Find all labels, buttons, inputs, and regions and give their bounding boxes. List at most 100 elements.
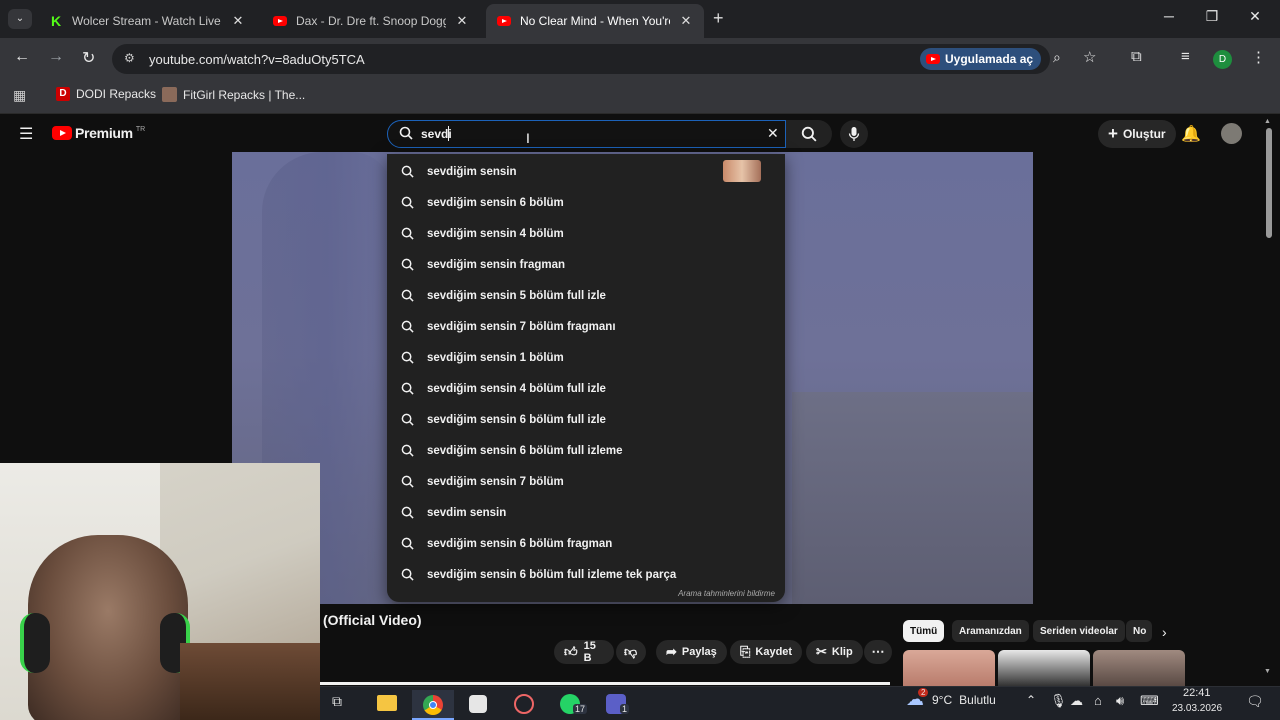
hamburger-menu-icon[interactable]: ☰ — [19, 124, 33, 144]
recommended-thumbnail[interactable] — [1093, 650, 1185, 686]
bookmark-star-icon[interactable]: ☆ — [1083, 48, 1096, 66]
weather-widget[interactable]: ☁ 2 9°C Bulutlu — [906, 688, 996, 710]
suggestion-thumbnail[interactable] — [723, 160, 761, 182]
back-arrow-icon[interactable]: ← — [14, 48, 30, 66]
suggestion-text: sevdiğim sensin 6 bölüm fragman — [427, 537, 613, 550]
notifications-center-icon[interactable]: 🗨︎ — [1246, 693, 1264, 710]
scrollbar-thumb[interactable] — [1266, 128, 1272, 238]
search-icon — [387, 165, 427, 178]
open-in-app-button[interactable]: Uygulamada aç — [920, 48, 1042, 70]
clear-search-icon[interactable]: ✕ — [767, 125, 779, 142]
search-suggestion-item[interactable]: sevdiğim sensin 7 bölüm fragmanı — [387, 311, 785, 342]
address-bar[interactable]: ⚙ youtube.com/watch?v=8aduOty5TCA Uygula… — [112, 44, 1050, 74]
chrome-menu-icon[interactable]: ⋮ — [1251, 48, 1266, 66]
search-suggestion-item[interactable]: sevdiğim sensin 6 bölüm full izleme tek … — [387, 559, 785, 590]
close-tab-icon[interactable]: ✕ — [230, 13, 246, 29]
extensions-icon[interactable]: ⧉ — [1131, 48, 1142, 65]
search-suggestion-item[interactable]: sevdiğim sensin 4 bölüm full izle — [387, 373, 785, 404]
bookmark-dodi-repacks[interactable]: D DODI Repacks — [56, 87, 156, 101]
tab-wolcer-stream[interactable]: K Wolcer Stream - Watch Live on ✕ — [38, 4, 256, 38]
close-tab-icon[interactable]: ✕ — [454, 13, 470, 29]
network-icon[interactable]: ⌂ — [1094, 693, 1102, 708]
thumbs-up-icon: 👍︎ — [564, 644, 578, 659]
chip-truncated[interactable]: No — [1126, 620, 1152, 642]
search-button[interactable] — [786, 120, 832, 148]
browser-tab-strip: ⌄ K Wolcer Stream - Watch Live on ✕ Dax … — [0, 0, 1280, 38]
search-suggestion-item[interactable]: sevdiğim sensin 6 bölüm full izleme — [387, 435, 785, 466]
forward-arrow-icon[interactable]: → — [48, 48, 64, 66]
minimize-icon[interactable]: ─ — [1158, 8, 1180, 24]
youtube-header: ☰ Premium TR sevdi ✕ I + Oluştur 🔔 — [0, 114, 1280, 154]
voice-search-button[interactable] — [840, 120, 868, 148]
youtube-icon — [496, 13, 512, 29]
search-input[interactable]: sevdi ✕ — [387, 120, 786, 148]
bookmark-fitgirl-repacks[interactable]: FitGirl Repacks | The... — [162, 87, 305, 102]
profile-avatar[interactable]: D — [1213, 50, 1232, 69]
microphone-tray-icon[interactable]: 🎙︎ — [1050, 693, 1067, 709]
youtube-premium-logo[interactable]: Premium TR — [52, 125, 145, 141]
like-button[interactable]: 👍︎ 15 B — [554, 640, 614, 664]
suggestion-text: sevdiğim sensin 4 bölüm full izle — [427, 382, 606, 395]
search-suggestion-item[interactable]: sevdiğim sensin 6 bölüm full izle — [387, 404, 785, 435]
clip-button[interactable]: ✂ Klip — [806, 640, 863, 664]
search-suggestion-item[interactable]: sevdiğim sensin 4 bölüm — [387, 218, 785, 249]
search-suggestion-item[interactable]: sevdiğim sensin fragman — [387, 249, 785, 280]
account-avatar[interactable] — [1221, 123, 1242, 144]
dislike-button[interactable]: 👎︎ — [616, 640, 646, 664]
tab-search-button[interactable]: ⌄ — [8, 9, 32, 29]
scroll-down-arrow-icon[interactable]: ▼ — [1264, 668, 1271, 675]
chips-next-arrow-icon[interactable]: › — [1162, 624, 1167, 640]
youtube-icon — [272, 13, 288, 29]
recommended-thumbnail[interactable] — [998, 650, 1090, 686]
more-actions-button[interactable]: ⋯ — [864, 640, 892, 664]
text-caret — [448, 126, 449, 141]
chip-all[interactable]: Tümü — [903, 620, 945, 642]
apps-grid-icon[interactable]: ▦ — [13, 87, 26, 104]
search-suggestion-item[interactable]: sevdim sensin — [387, 497, 785, 528]
search-suggestion-item[interactable]: sevdiğim sensin 7 bölüm — [387, 466, 785, 497]
file-explorer-icon[interactable] — [377, 695, 397, 711]
page-progress-bar — [320, 682, 890, 685]
task-view-icon[interactable]: ⧉ — [332, 693, 342, 710]
new-tab-button[interactable]: + — [713, 8, 724, 29]
chrome-taskbar-button[interactable] — [412, 690, 454, 720]
site-info-icon[interactable]: ⚙ — [124, 51, 135, 65]
kick-icon: K — [50, 13, 62, 29]
search-icon — [387, 320, 427, 333]
search-suggestion-item[interactable]: sevdiğim sensin 6 bölüm fragman — [387, 528, 785, 559]
save-button[interactable]: ⎘ Kaydet — [730, 640, 803, 664]
search-suggestion-item[interactable]: sevdiğim sensin 1 bölüm — [387, 342, 785, 373]
clock-time[interactable]: 22:41 — [1183, 687, 1211, 699]
onedrive-icon[interactable]: ☁ — [1070, 693, 1083, 709]
tab-dax-dr-dre[interactable]: Dax - Dr. Dre ft. Snoop Dogg "S ✕ — [262, 4, 480, 38]
chip-from-search[interactable]: Aramanızdan — [952, 620, 1029, 642]
teams-badge: 1 — [620, 704, 630, 714]
capcut-icon[interactable] — [469, 695, 487, 713]
close-window-icon[interactable]: ✕ — [1244, 8, 1266, 25]
bookmark-icon: ⎘ — [740, 644, 751, 659]
obs-icon[interactable] — [514, 694, 534, 714]
share-button[interactable]: ➦ Paylaş — [656, 640, 727, 664]
keyboard-layout-icon[interactable]: ⌨ — [1140, 693, 1159, 709]
tab-title: No Clear Mind - When You're N — [520, 14, 670, 28]
notifications-bell-icon[interactable]: 🔔 — [1181, 124, 1201, 144]
clock-date[interactable]: 23.03.2026 — [1172, 703, 1222, 714]
restore-icon[interactable]: ❐ — [1201, 8, 1223, 25]
media-control-icon[interactable]: ≡ — [1181, 48, 1190, 65]
search-page-icon[interactable]: ⌕ — [1053, 49, 1061, 66]
tab-no-clear-mind[interactable]: No Clear Mind - When You're N ✕ — [486, 4, 704, 38]
tab-title: Dax - Dr. Dre ft. Snoop Dogg "S — [296, 14, 446, 28]
search-suggestion-item[interactable]: sevdiğim sensin 6 bölüm — [387, 187, 785, 218]
suggestion-text: sevdiğim sensin 6 bölüm full izleme tek … — [427, 568, 677, 581]
weather-temp: 9°C — [932, 692, 953, 707]
show-hidden-icons-chevron-icon[interactable]: ⌃ — [1026, 693, 1036, 707]
volume-icon[interactable]: 🔊︎ — [1116, 693, 1124, 709]
search-suggestion-item[interactable]: sevdiğim sensin 5 bölüm full izle — [387, 280, 785, 311]
scroll-up-arrow-icon[interactable]: ▲ — [1264, 118, 1271, 125]
chip-from-series[interactable]: Seriden videolar — [1033, 620, 1125, 642]
reload-icon[interactable]: ↻ — [82, 48, 95, 68]
close-tab-icon[interactable]: ✕ — [678, 13, 694, 29]
recommended-thumbnail[interactable] — [903, 650, 995, 686]
create-button[interactable]: + Oluştur — [1098, 120, 1176, 148]
report-predictions-link[interactable]: Arama tahminlerini bildirme — [678, 589, 775, 598]
